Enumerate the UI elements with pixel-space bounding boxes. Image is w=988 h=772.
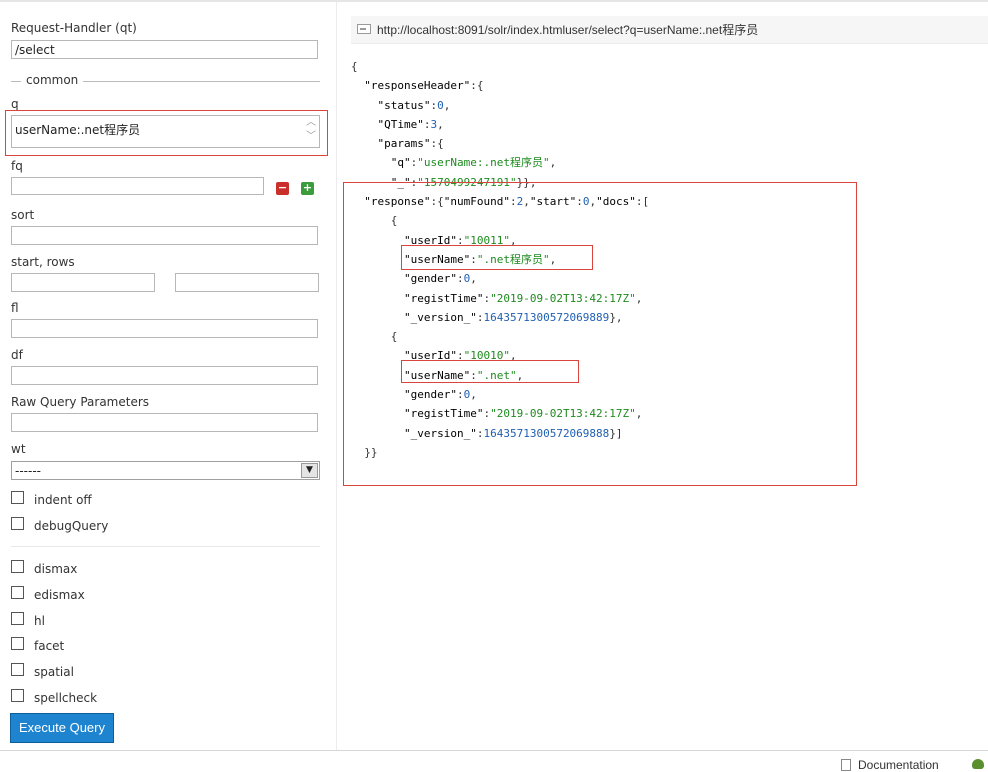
debug-query-checkbox[interactable] bbox=[11, 517, 24, 530]
result-url-bar: http://localhost:8091/solr/index.htmluse… bbox=[351, 16, 988, 44]
query-sidebar: Request-Handler (qt) /select common q us… bbox=[0, 2, 336, 750]
rows-input[interactable] bbox=[175, 273, 319, 292]
raw-query-label: Raw Query Parameters bbox=[11, 395, 150, 409]
hl-checkbox[interactable] bbox=[11, 612, 24, 625]
facet-checkbox[interactable] bbox=[11, 637, 24, 650]
indent-off-label: indent off bbox=[34, 493, 92, 507]
document-icon bbox=[841, 759, 851, 771]
common-legend-text: common bbox=[26, 73, 79, 87]
debug-query-label: debugQuery bbox=[34, 519, 109, 533]
options-divider bbox=[11, 546, 320, 547]
request-handler-input[interactable]: /select bbox=[11, 40, 318, 59]
sort-input[interactable] bbox=[11, 226, 318, 245]
fq-input[interactable] bbox=[11, 177, 264, 195]
wt-selected-value: ------ bbox=[15, 464, 41, 478]
fl-label: fl bbox=[11, 301, 19, 315]
q-value: userName:.net程序员 bbox=[15, 123, 141, 137]
q-label: q bbox=[11, 97, 19, 111]
wt-select[interactable]: ------ ▼ bbox=[11, 461, 320, 480]
footer: Documentation bbox=[0, 750, 988, 772]
sort-label: sort bbox=[11, 208, 35, 222]
status-value: 0 bbox=[437, 98, 444, 112]
chevron-down-icon[interactable]: ▼ bbox=[301, 463, 318, 478]
param-q-value: "userName:.net程序员" bbox=[417, 156, 550, 170]
spellcheck-checkbox[interactable] bbox=[11, 689, 24, 702]
edismax-checkbox[interactable] bbox=[11, 586, 24, 599]
q-scrollbar[interactable]: ︿ ﹀ bbox=[303, 116, 319, 147]
edismax-label: edismax bbox=[34, 588, 85, 602]
response-highlight-box bbox=[343, 182, 857, 486]
raw-query-input[interactable] bbox=[11, 413, 318, 432]
dismax-label: dismax bbox=[34, 562, 78, 576]
add-fq-icon[interactable]: + bbox=[301, 182, 314, 195]
q-textarea[interactable]: userName:.net程序员 ︿ ﹀ bbox=[11, 115, 320, 148]
remove-fq-icon[interactable]: − bbox=[276, 182, 289, 195]
result-url-link[interactable]: http://localhost:8091/solr/index.htmluse… bbox=[377, 21, 758, 38]
start-input[interactable] bbox=[11, 273, 155, 292]
doc2-username-highlight bbox=[401, 360, 579, 383]
hl-label: hl bbox=[34, 614, 45, 628]
start-rows-label: start, rows bbox=[11, 255, 75, 269]
fq-label: fq bbox=[11, 159, 23, 173]
bug-icon[interactable] bbox=[972, 759, 984, 769]
df-input[interactable] bbox=[11, 366, 318, 385]
spatial-checkbox[interactable] bbox=[11, 663, 24, 676]
common-fieldset-legend: common bbox=[11, 73, 320, 89]
link-icon bbox=[357, 24, 371, 34]
facet-label: facet bbox=[34, 639, 65, 653]
spatial-label: spatial bbox=[34, 665, 74, 679]
documentation-link[interactable]: Documentation bbox=[858, 758, 939, 772]
spellcheck-label: spellcheck bbox=[34, 691, 98, 705]
df-label: df bbox=[11, 348, 23, 362]
panel-divider bbox=[336, 2, 337, 750]
scroll-down-icon[interactable]: ﹀ bbox=[303, 130, 319, 144]
scroll-up-icon[interactable]: ︿ bbox=[303, 116, 319, 130]
dismax-checkbox[interactable] bbox=[11, 560, 24, 573]
indent-off-checkbox[interactable] bbox=[11, 491, 24, 504]
wt-label: wt bbox=[11, 442, 26, 456]
fl-input[interactable] bbox=[11, 319, 318, 338]
request-handler-label: Request-Handler (qt) bbox=[11, 21, 137, 35]
execute-query-button[interactable]: Execute Query bbox=[10, 713, 114, 743]
doc1-username-highlight bbox=[401, 245, 593, 270]
